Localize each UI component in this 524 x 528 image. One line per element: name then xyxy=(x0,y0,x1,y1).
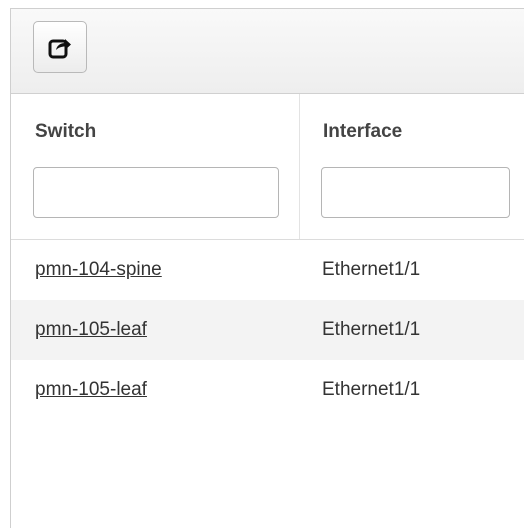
switch-filter-input[interactable] xyxy=(33,167,279,218)
interface-cell: Ethernet1/1 xyxy=(322,259,421,280)
table-toolbar xyxy=(11,9,524,94)
column-title-switch: Switch xyxy=(35,121,97,142)
table-row: pmn-105-leaf Ethernet1/1 xyxy=(11,360,524,420)
switch-link[interactable]: pmn-104-spine xyxy=(35,240,162,300)
column-header-interface: Interface xyxy=(300,94,524,239)
table-row: pmn-104-spine Ethernet1/1 xyxy=(11,240,524,300)
interface-cell: Ethernet1/1 xyxy=(322,319,421,340)
table-body: pmn-104-spine Ethernet1/1 pmn-105-leaf E… xyxy=(11,240,524,420)
table-panel: Switch Interface pmn-104-spine Ethernet1… xyxy=(10,8,524,528)
interface-filter-input[interactable] xyxy=(321,167,510,218)
column-title-interface: Interface xyxy=(323,121,403,142)
table-header: Switch Interface xyxy=(11,94,524,240)
table-row: pmn-105-leaf Ethernet1/1 xyxy=(11,300,524,360)
switch-link[interactable]: pmn-105-leaf xyxy=(35,360,147,420)
export-button[interactable] xyxy=(33,21,87,73)
column-header-switch: Switch xyxy=(11,94,300,239)
share-external-icon xyxy=(48,39,71,59)
interface-cell: Ethernet1/1 xyxy=(322,379,421,400)
switch-link[interactable]: pmn-105-leaf xyxy=(35,300,147,360)
